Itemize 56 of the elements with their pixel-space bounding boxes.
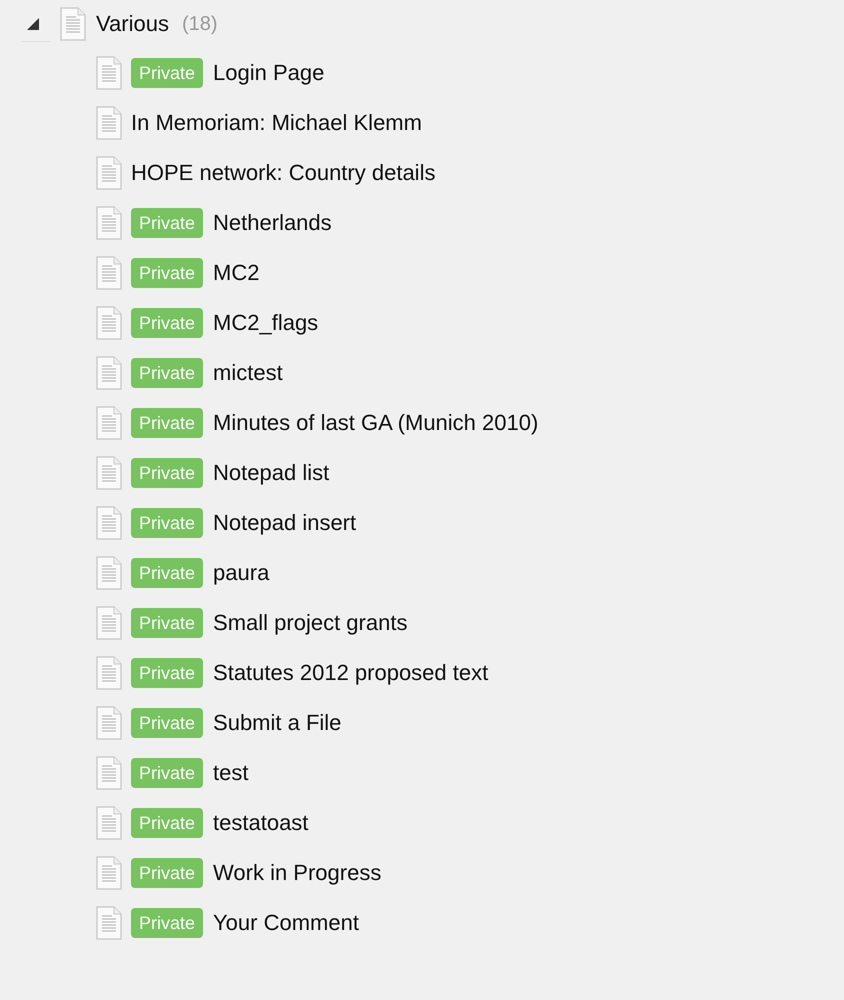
- private-tag: Private: [131, 908, 204, 938]
- document-icon: [95, 306, 123, 340]
- page-link[interactable]: mictest: [213, 360, 283, 386]
- page-link[interactable]: paura: [213, 560, 270, 586]
- page-link[interactable]: Your Comment: [213, 910, 359, 936]
- document-icon: [95, 806, 123, 840]
- private-tag: Private: [131, 608, 204, 638]
- private-tag: Private: [131, 808, 204, 838]
- page-link[interactable]: HOPE network: Country details: [131, 160, 436, 186]
- expand-toggle-icon[interactable]: [27, 18, 39, 30]
- page-link[interactable]: Netherlands: [213, 210, 332, 236]
- document-icon: [95, 356, 123, 390]
- private-tag: Private: [131, 308, 204, 338]
- document-icon: [95, 406, 123, 440]
- private-tag: Private: [131, 208, 204, 238]
- private-tag: Private: [131, 558, 204, 588]
- document-icon: [95, 856, 123, 890]
- private-tag: Private: [131, 408, 204, 438]
- document-icon: [95, 906, 123, 940]
- private-tag: Private: [131, 58, 204, 88]
- document-icon: [59, 7, 87, 41]
- document-icon: [95, 656, 123, 690]
- page-link[interactable]: Small project grants: [213, 610, 408, 636]
- page-link[interactable]: Notepad insert: [213, 510, 356, 536]
- page-link[interactable]: testatoast: [213, 810, 308, 836]
- page-link[interactable]: In Memoriam: Michael Klemm: [131, 110, 422, 136]
- private-tag: Private: [131, 658, 204, 688]
- private-tag: Private: [131, 858, 204, 888]
- private-tag: Private: [131, 758, 204, 788]
- page-link[interactable]: test: [213, 760, 248, 786]
- document-icon: [95, 606, 123, 640]
- private-tag: Private: [131, 258, 204, 288]
- document-icon: [95, 756, 123, 790]
- page-link[interactable]: Statutes 2012 proposed text: [213, 660, 488, 686]
- document-icon: [95, 206, 123, 240]
- page-link[interactable]: MC2_flags: [213, 310, 318, 336]
- document-icon: [95, 706, 123, 740]
- private-tag: Private: [131, 458, 204, 488]
- private-tag: Private: [131, 708, 204, 738]
- document-icon: [95, 556, 123, 590]
- document-icon: [95, 156, 123, 190]
- folder-title[interactable]: Various: [96, 11, 169, 37]
- page-link[interactable]: Submit a File: [213, 710, 342, 736]
- document-icon: [95, 106, 123, 140]
- item-count: (18): [182, 12, 218, 36]
- page-link[interactable]: Minutes of last GA (Munich 2010): [213, 410, 538, 436]
- page-link[interactable]: MC2: [213, 260, 260, 286]
- document-icon: [95, 56, 123, 90]
- page-link[interactable]: Login Page: [213, 60, 324, 86]
- document-icon: [95, 256, 123, 290]
- private-tag: Private: [131, 358, 204, 388]
- page-link[interactable]: Notepad list: [213, 460, 330, 486]
- private-tag: Private: [131, 508, 204, 538]
- page-link[interactable]: Work in Progress: [213, 860, 382, 886]
- document-icon: [95, 506, 123, 540]
- document-icon: [95, 456, 123, 490]
